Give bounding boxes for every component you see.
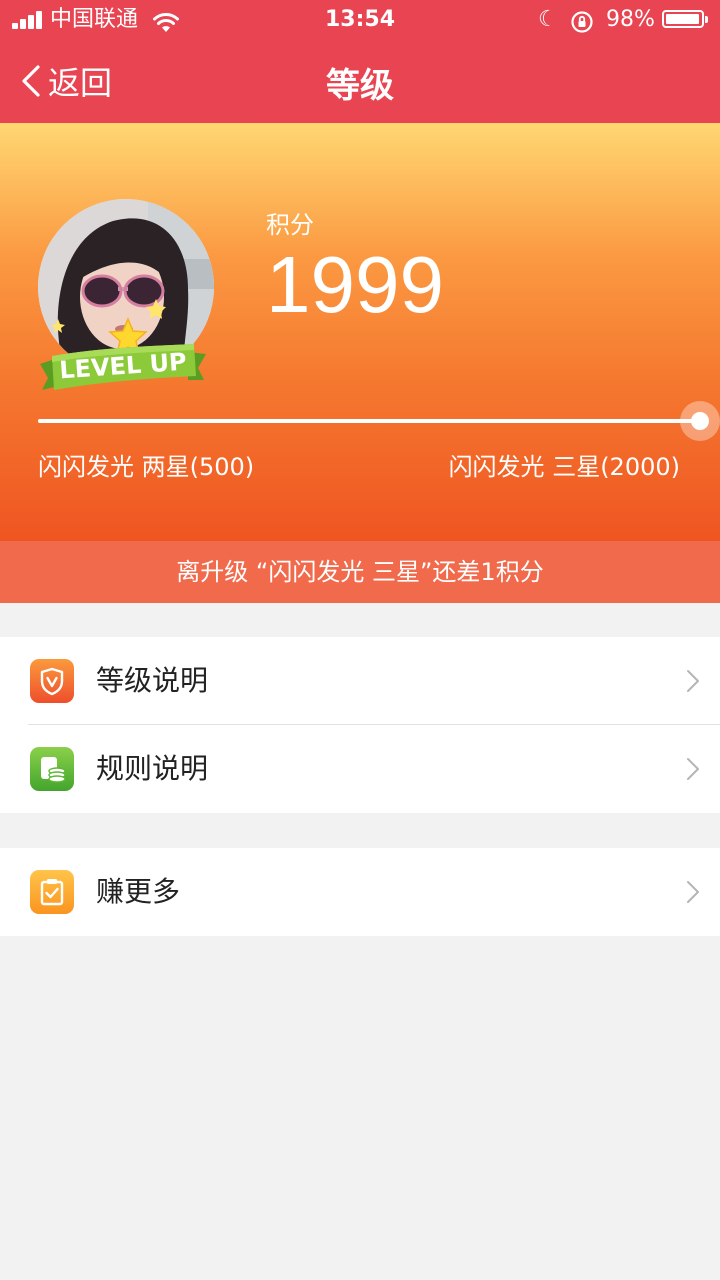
menu-item-level-description[interactable]: 等级说明: [0, 637, 720, 725]
chevron-right-icon: [687, 881, 699, 903]
menu-item-label: 等级说明: [96, 664, 209, 697]
page-title: 等级: [326, 66, 394, 106]
level-progress-knob: [680, 401, 720, 441]
menu-item-label: 规则说明: [96, 752, 209, 785]
level-progress-bar: [38, 401, 720, 441]
do-not-disturb-icon: ☾: [538, 7, 558, 32]
next-level-label: 闪闪发光 三星(2000): [448, 453, 680, 481]
menu-group: 赚更多: [0, 848, 720, 936]
current-level-label: 闪闪发光 两星(500): [38, 453, 255, 481]
top-bar: 中国联通 13:54 ☾ 98% 返回 等级: [0, 0, 720, 123]
level-progress-fill: [38, 419, 700, 423]
chevron-right-icon: [687, 758, 699, 780]
upgrade-hint-banner: 离升级 “闪闪发光 三星”还差1积分: [0, 541, 720, 603]
shield-v-icon: [30, 659, 74, 703]
menu-item-earn-more[interactable]: 赚更多: [0, 848, 720, 936]
navigation-bar: 返回 等级: [0, 40, 720, 123]
points-value: 1999: [266, 240, 444, 329]
battery-percent: 98%: [606, 7, 655, 32]
coins-icon: [30, 747, 74, 791]
level-up-badge: LEVEL UP: [38, 344, 208, 396]
level-hero: LEVEL UP 积分 1999 闪闪发光 两星(500) 闪闪发光 三星(20…: [0, 123, 720, 541]
status-bar: 中国联通 13:54 ☾ 98%: [0, 0, 720, 40]
menu-item-rules-description[interactable]: 规则说明: [0, 725, 720, 813]
clipboard-check-icon: [30, 870, 74, 914]
chevron-right-icon: [687, 670, 699, 692]
menu-group: 等级说明 规则说明: [0, 637, 720, 813]
battery-icon: [662, 10, 708, 28]
menu-item-label: 赚更多: [96, 875, 181, 908]
avatar-with-badge: LEVEL UP: [38, 199, 216, 409]
